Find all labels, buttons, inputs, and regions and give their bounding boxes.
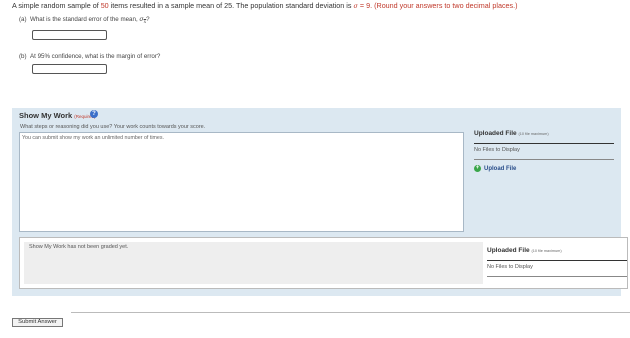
divider — [474, 159, 614, 160]
plus-circle-icon: + — [474, 165, 481, 172]
show-my-work-title: Show My Work (Required) — [19, 111, 96, 120]
show-my-work-subtitle: What steps or reasoning did you use? You… — [20, 124, 206, 130]
graded-status-text: Show My Work has not been graded yet. — [29, 244, 129, 250]
sample-size: 50 — [100, 1, 109, 10]
uploaded-files-panel: Uploaded File (10 file maximum) No Files… — [474, 130, 614, 172]
uploaded-file-label: Uploaded File — [474, 130, 517, 137]
question-a-label: (a) — [19, 16, 27, 23]
answer-a-input[interactable] — [32, 30, 107, 40]
upload-file-button[interactable]: + Upload File — [474, 165, 614, 172]
answer-b-input[interactable] — [32, 64, 107, 74]
intro-prefix: A simple random sample of — [12, 1, 101, 10]
file-max-note: (10 file maximum) — [531, 249, 562, 253]
show-my-work-placeholder: You can submit show my work an unlimited… — [22, 135, 164, 141]
show-my-work-textarea[interactable]: You can submit show my work an unlimited… — [19, 132, 464, 232]
upload-file-label: Upload File — [484, 165, 517, 172]
intro-middle: items resulted in a sample mean of 25. T… — [108, 1, 354, 10]
submit-answer-button[interactable]: Submit Answer — [12, 318, 63, 327]
question-b: (b) At 95% confidence, what is the margi… — [19, 53, 160, 60]
sigma-value: = 9. (Round your answers to two decimal … — [357, 1, 518, 10]
divider — [487, 276, 627, 277]
question-a-text: What is the standard error of the mean, — [30, 16, 140, 23]
uploaded-file-label: Uploaded File — [487, 247, 530, 254]
file-max-note: (10 file maximum) — [518, 132, 549, 136]
question-a-suffix: ? — [146, 16, 150, 23]
help-icon[interactable]: ? — [90, 110, 98, 118]
uploaded-file-heading: Uploaded File (10 file maximum) — [487, 247, 627, 254]
no-files-text: No Files to Display — [474, 147, 520, 153]
question-a: (a) What is the standard error of the me… — [19, 16, 150, 25]
show-my-work-title-text: Show My Work — [19, 111, 73, 120]
question-b-text: At 95% confidence, what is the margin of… — [30, 53, 161, 60]
no-files-text: No Files to Display — [487, 264, 533, 270]
divider — [71, 312, 630, 313]
divider — [487, 260, 627, 261]
uploaded-file-heading: Uploaded File (10 file maximum) — [474, 130, 614, 137]
problem-statement: A simple random sample of 50 items resul… — [12, 1, 518, 10]
divider — [474, 143, 614, 144]
uploaded-files-panel-graded: Uploaded File (10 file maximum) No Files… — [487, 247, 627, 277]
question-b-label: (b) — [19, 53, 27, 60]
